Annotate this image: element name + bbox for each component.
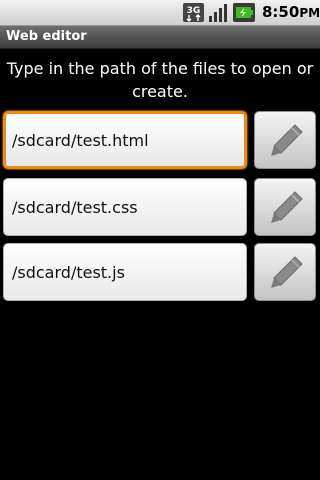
clock-ampm: PM <box>299 6 320 20</box>
title-bar: Web editor <box>0 26 320 49</box>
file-row-css <box>0 178 320 242</box>
instructions-text: Type in the path of the files to open or… <box>6 59 314 101</box>
edit-css-button[interactable] <box>254 178 316 236</box>
file-path-input-html[interactable] <box>3 111 247 169</box>
app-title: Web editor <box>6 29 87 44</box>
edit-js-button[interactable] <box>254 243 316 301</box>
pencil-icon <box>271 256 303 288</box>
pencil-icon <box>271 124 303 156</box>
battery-charging-icon <box>233 3 255 22</box>
edit-html-button[interactable] <box>254 111 316 169</box>
signal-strength-icon <box>209 4 227 22</box>
file-path-input-css[interactable] <box>3 178 247 236</box>
pencil-icon <box>271 191 303 223</box>
clock-time: 8:50 <box>262 3 300 21</box>
file-row-js <box>0 243 320 307</box>
file-path-input-js[interactable] <box>3 243 247 301</box>
file-row-html <box>0 111 320 175</box>
status-bar: 3G 8:50PM <box>0 0 320 26</box>
3g-network-icon: 3G <box>183 3 204 22</box>
status-clock: 8:50PM <box>262 3 320 21</box>
